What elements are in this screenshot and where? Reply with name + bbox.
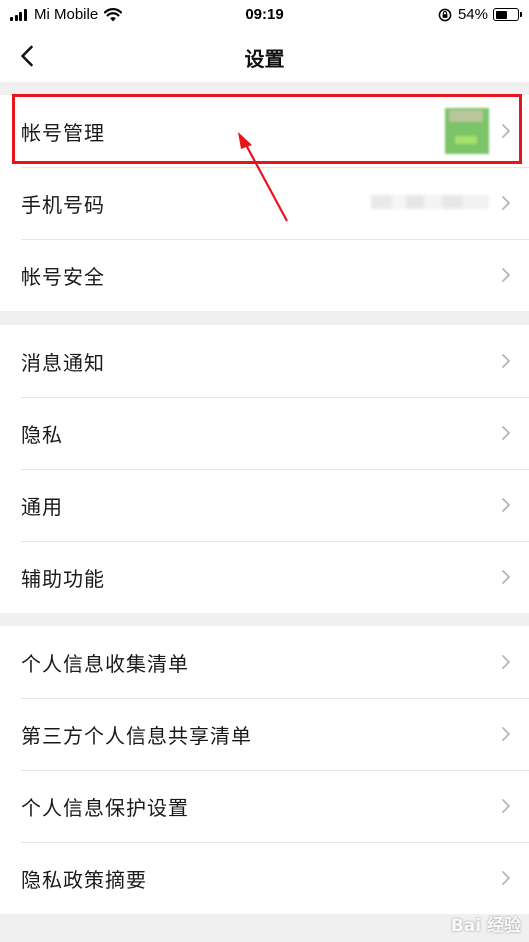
settings-group-personal-info: 个人信息收集清单 第三方个人信息共享清单 个人信息保护设置 隐私政策摘要 <box>0 626 529 914</box>
phone-number-value <box>371 195 489 209</box>
settings-group-general: 消息通知 隐私 通用 辅助功能 <box>0 325 529 613</box>
chevron-right-icon <box>502 498 510 512</box>
status-right: 54% <box>438 6 522 23</box>
row-personal-info-protection[interactable]: 个人信息保护设置 <box>0 770 529 842</box>
row-label: 帐号安全 <box>21 264 105 289</box>
chevron-right-icon <box>502 354 510 368</box>
row-phone-number[interactable]: 手机号码 <box>0 167 529 239</box>
chevron-right-icon <box>502 426 510 440</box>
row-general[interactable]: 通用 <box>0 469 529 541</box>
chevron-right-icon <box>502 655 510 669</box>
row-label: 手机号码 <box>21 192 105 217</box>
row-third-party-sharing[interactable]: 第三方个人信息共享清单 <box>0 698 529 770</box>
chevron-right-icon <box>502 727 510 741</box>
row-privacy-policy-summary[interactable]: 隐私政策摘要 <box>0 842 529 914</box>
nav-bar: 设置 <box>0 30 529 82</box>
chevron-right-icon <box>502 570 510 584</box>
battery-level <box>495 10 507 19</box>
row-notifications[interactable]: 消息通知 <box>0 325 529 397</box>
chevron-right-icon <box>502 871 510 885</box>
row-account-security[interactable]: 帐号安全 <box>0 239 529 311</box>
row-privacy[interactable]: 隐私 <box>0 397 529 469</box>
row-label: 隐私 <box>21 422 63 447</box>
row-label: 通用 <box>21 494 63 519</box>
row-label: 消息通知 <box>21 350 105 375</box>
row-label: 个人信息保护设置 <box>21 795 189 820</box>
status-bar: Mi Mobile 09:19 54% <box>0 0 529 30</box>
highlight-box <box>12 94 522 164</box>
row-accessibility[interactable]: 辅助功能 <box>0 541 529 613</box>
chevron-right-icon <box>502 799 510 813</box>
battery-icon <box>493 8 522 21</box>
battery-percent: 54% <box>457 6 488 23</box>
row-label: 辅助功能 <box>21 566 105 591</box>
page-title: 设置 <box>244 47 285 71</box>
watermark: Bai 经验 <box>450 916 521 936</box>
rotation-lock-icon <box>438 8 452 21</box>
chevron-right-icon <box>502 268 510 282</box>
row-personal-info-collection[interactable]: 个人信息收集清单 <box>0 626 529 698</box>
chevron-right-icon <box>502 196 510 210</box>
row-label: 个人信息收集清单 <box>21 651 189 676</box>
row-label: 第三方个人信息共享清单 <box>21 723 252 748</box>
row-label: 隐私政策摘要 <box>21 867 147 892</box>
